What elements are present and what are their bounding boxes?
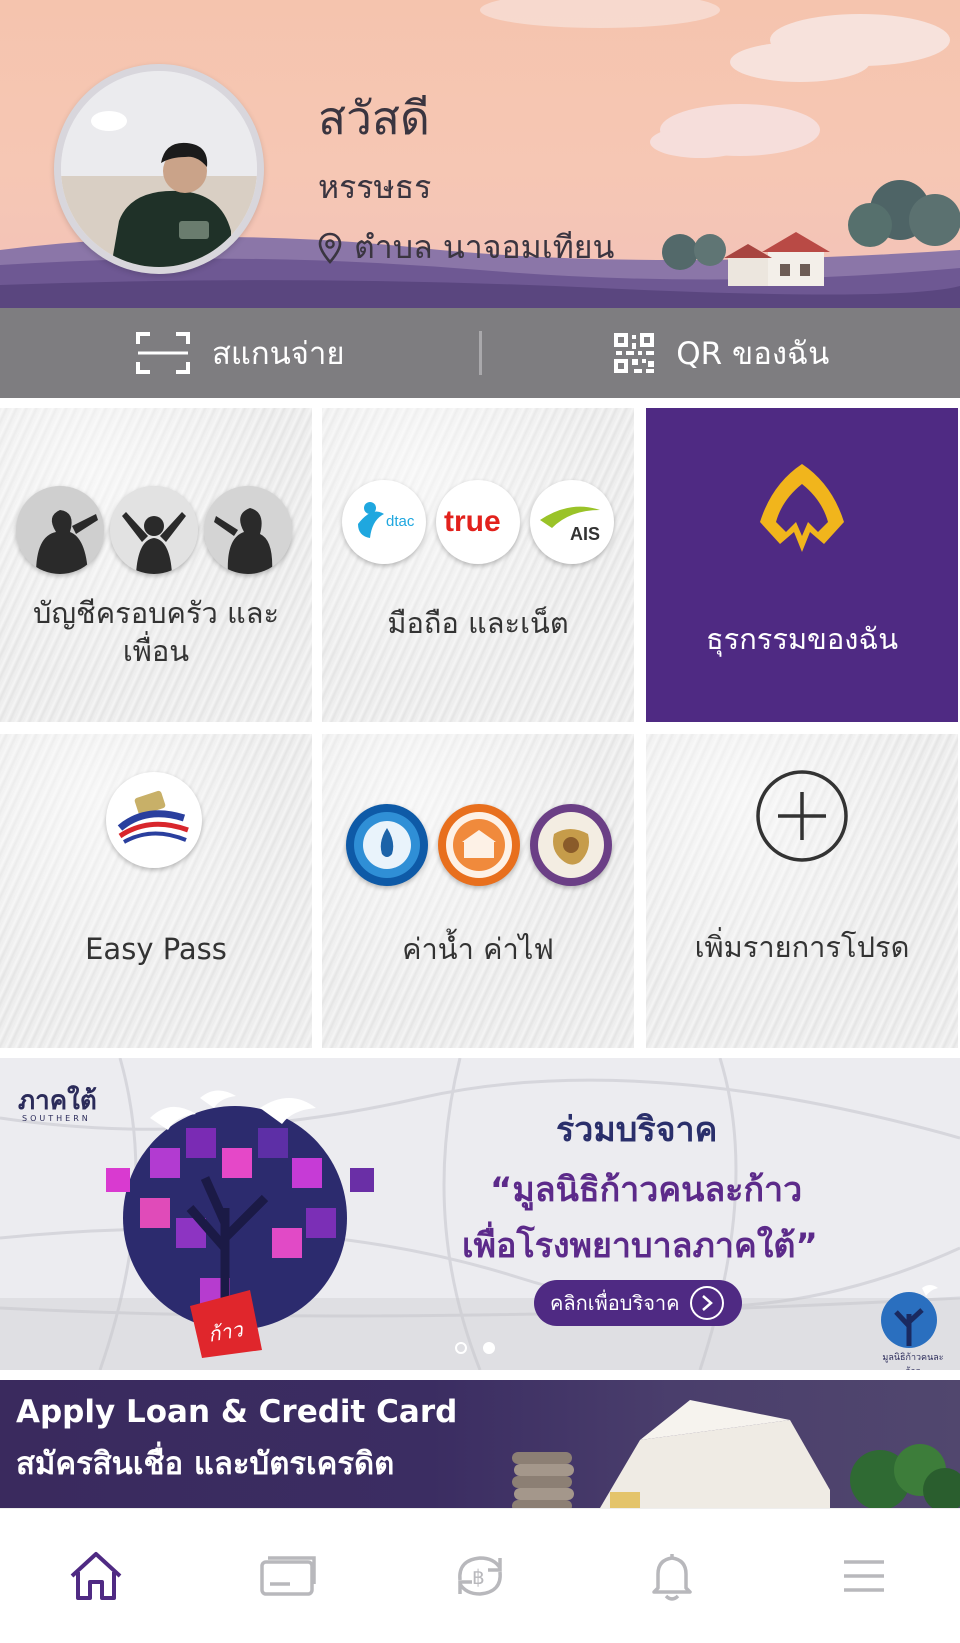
easy-pass-icon	[106, 772, 202, 868]
tile-mobile-internet[interactable]: dtac true AIS มือถือ และเน็ต	[322, 408, 634, 722]
location-pin-icon	[318, 232, 342, 264]
nav-transfer[interactable]: ฿	[420, 1526, 540, 1626]
quick-actions-bar: สแกนจ่าย QR ของฉัน	[0, 308, 960, 398]
my-qr-label: QR ของฉัน	[676, 336, 830, 372]
my-qr-button[interactable]: QR ของฉัน	[482, 308, 960, 398]
svg-text:dtac: dtac	[386, 513, 415, 530]
family-photo-1-icon	[16, 486, 104, 574]
username-text: หรรษธร	[318, 168, 432, 206]
loan-title-en: Apply Loan & Credit Card	[16, 1394, 458, 1430]
user-photo	[61, 71, 257, 267]
scan-pay-button[interactable]: สแกนจ่าย	[0, 308, 479, 398]
menu-icon	[844, 1560, 884, 1592]
svg-text:AIS: AIS	[570, 524, 600, 544]
map-background	[0, 1058, 960, 1370]
family-photo-2-icon	[110, 486, 198, 574]
dtac-logo-icon: dtac	[342, 480, 426, 564]
puzzle-text: ก้าว	[206, 1317, 245, 1347]
scan-pay-label: สแกนจ่าย	[211, 336, 345, 372]
location-row: ตำบล นาจอมเทียน	[318, 222, 614, 273]
region-sub-label: SOUTHERN	[22, 1114, 91, 1123]
donate-button-label: คลิกเพื่อบริจาค	[550, 1291, 680, 1315]
donate-button[interactable]: คลิกเพื่อบริจาค	[534, 1280, 742, 1326]
chevron-right-icon	[689, 1286, 724, 1320]
water-authority-icon	[346, 804, 428, 886]
profile-header: สวัสดี หรรษธร ตำบล นาจอมเทียน	[0, 0, 960, 308]
shortcut-grid: บัญชีครอบครัว และ เพื่อน dtac true AIS ม…	[0, 408, 960, 1048]
true-logo-icon: true	[436, 480, 520, 564]
banner-line1: “มูลนิธิก้าวคนละก้าว	[490, 1170, 803, 1210]
tile-easy-pass[interactable]: Easy Pass	[0, 734, 312, 1048]
card-icon	[260, 1556, 316, 1596]
carousel-dot-active[interactable]	[483, 1342, 495, 1354]
tile-add-favorite[interactable]: เพิ่มรายการโปรด	[646, 734, 958, 1048]
provincial-electricity-icon	[530, 804, 612, 886]
greeting-text: สวัสดี	[318, 91, 430, 145]
tile-transactions-label: ธุรกรรมของฉัน	[705, 622, 899, 656]
tile-family-label-line2: เพื่อน	[122, 634, 190, 668]
bottom-navigation: ฿	[0, 1508, 960, 1643]
loan-title-th: สมัครสินเชื่อ และบัตรเครดิต	[16, 1446, 395, 1482]
nav-notifications[interactable]	[612, 1526, 732, 1626]
plus-circle-icon	[756, 770, 848, 862]
tile-easypass-label: Easy Pass	[85, 932, 227, 966]
donation-banner[interactable]: ภาคใต้ SOUTHERN ก้าว ร่วมบริจาค “มูลนิธิ…	[0, 1058, 960, 1370]
foundation-logo-icon	[881, 1285, 938, 1348]
location-text: ตำบล นาจอมเทียน	[354, 228, 615, 266]
home-icon	[70, 1552, 122, 1600]
banner-title: ร่วมบริจาค	[556, 1110, 718, 1150]
carousel-dot[interactable]	[455, 1342, 467, 1354]
ais-logo-icon: AIS	[530, 480, 614, 564]
carousel-dots	[455, 1342, 495, 1354]
tile-my-transactions[interactable]: ธุรกรรมของฉัน	[646, 408, 958, 722]
loan-promo-banner[interactable]: Apply Loan & Credit Card สมัครสินเชื่อ แ…	[0, 1380, 960, 1508]
avatar[interactable]	[54, 64, 264, 274]
bell-icon	[652, 1554, 692, 1601]
scan-frame-icon	[135, 332, 190, 374]
nav-accounts[interactable]	[228, 1526, 348, 1626]
qr-code-icon	[614, 333, 655, 373]
svg-text:true: true	[444, 505, 501, 538]
tile-utilities[interactable]: ค่าน้ำ ค่าไฟ	[322, 734, 634, 1048]
nav-home[interactable]	[36, 1526, 156, 1626]
svg-text:฿: ฿	[472, 1565, 485, 1589]
tile-family-label-line1: บัญชีครอบครัว และ	[32, 596, 280, 630]
scb-logo-icon	[760, 464, 844, 552]
tile-family-accounts[interactable]: บัญชีครอบครัว และ เพื่อน	[0, 408, 312, 722]
tile-utilities-label: ค่าน้ำ ค่าไฟ	[402, 932, 554, 966]
foundation-label: มูลนิธิก้าวคนละก้าว	[882, 1353, 944, 1370]
transfer-icon: ฿	[458, 1556, 502, 1596]
banner-line2: เพื่อโรงพยาบาลภาคใต้”	[462, 1226, 818, 1266]
tile-mobile-label: มือถือ และเน็ต	[387, 606, 569, 640]
electricity-authority-icon	[438, 804, 520, 886]
tile-add-favorite-label: เพิ่มรายการโปรด	[694, 930, 910, 964]
nav-menu[interactable]	[804, 1526, 924, 1626]
family-photo-3-icon	[204, 486, 292, 574]
